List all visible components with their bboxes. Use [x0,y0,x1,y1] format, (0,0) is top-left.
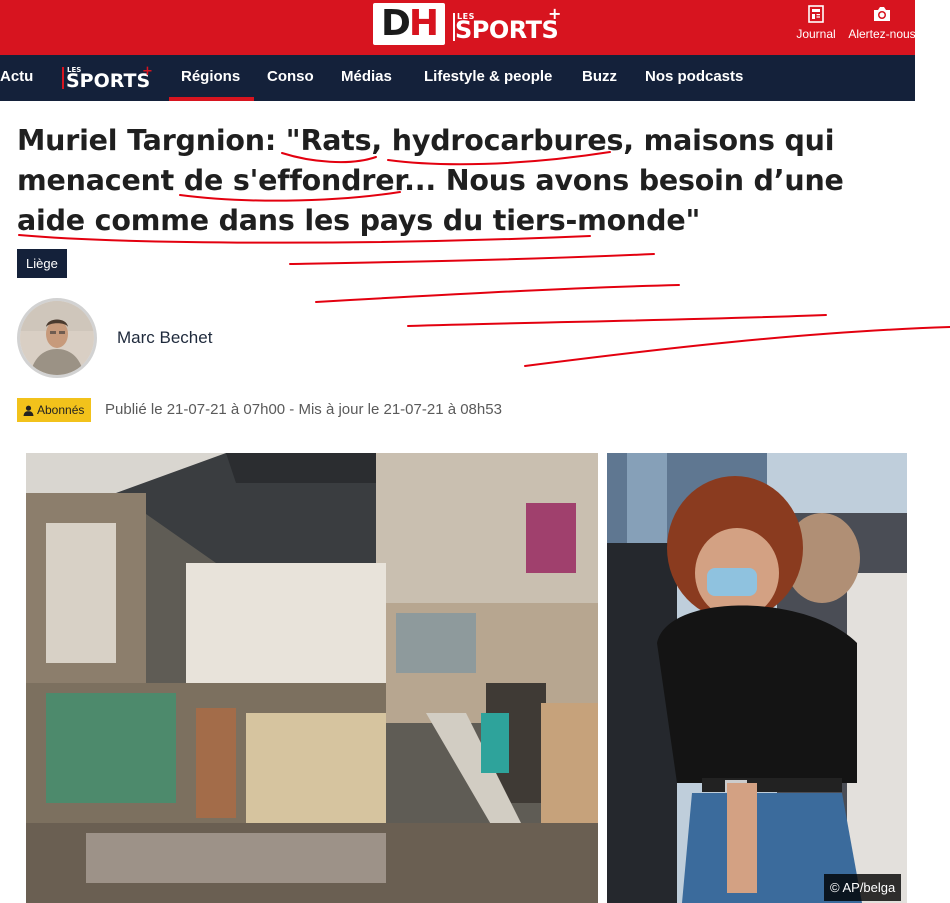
photo-credit: © AP/belga [824,874,902,901]
muriel-targnion-photo [607,453,907,903]
nav-item-conso[interactable]: Conso [267,55,314,101]
dh-logo: DH [373,3,445,45]
author-name[interactable]: Marc Bechet [117,328,212,348]
journal-button[interactable]: Journal [794,5,838,41]
camera-icon [874,7,890,21]
article-page: DH LES SPORTS + Journal Alertez-nous Act… [0,0,950,903]
nav-item-podcasts[interactable]: Nos podcasts [645,55,743,101]
nav-logo-sports: SPORTS [66,70,151,92]
nav-item-regions[interactable]: Régions [168,55,255,101]
newspaper-icon [808,5,824,23]
logo-sports-text: SPORTS [455,16,559,44]
les-sports-logo: LES SPORTS + [453,3,563,45]
nav-item-lifestyle[interactable]: Lifestyle & people [424,55,552,101]
nav-item-medias[interactable]: Médias [341,55,392,101]
category-tag[interactable]: Liège [17,249,67,278]
top-header: DH LES SPORTS + Journal Alertez-nous [0,0,918,55]
nav-item-actu[interactable]: Actu [0,55,33,101]
user-icon [23,405,34,416]
nav-les-sports-logo[interactable]: LES SPORTS + [62,64,154,92]
flood-damaged-house-photo [26,453,598,903]
author-photo [20,301,94,375]
alert-us-button[interactable]: Alertez-nous [846,5,918,41]
site-logo[interactable]: DH LES SPORTS + [373,3,563,45]
logo-plus-text: + [548,4,562,23]
alert-us-label: Alertez-nous [848,27,916,41]
subscribers-badge: Abonnés [17,398,92,422]
nav-logo-plus: + [142,64,153,79]
nav-item-buzz[interactable]: Buzz [582,55,617,101]
main-navigation: Actu LES SPORTS + Régions Conso Médias L… [0,55,915,101]
subscribers-label: Abonnés [37,403,85,417]
publication-date: Publié le 21-07-21 à 07h00 - Mis à jour … [105,401,502,418]
journal-label: Journal [796,27,836,41]
author-avatar[interactable] [17,298,97,378]
article-title: Muriel Targnion: "Rats, hydrocarbures, m… [17,124,844,237]
